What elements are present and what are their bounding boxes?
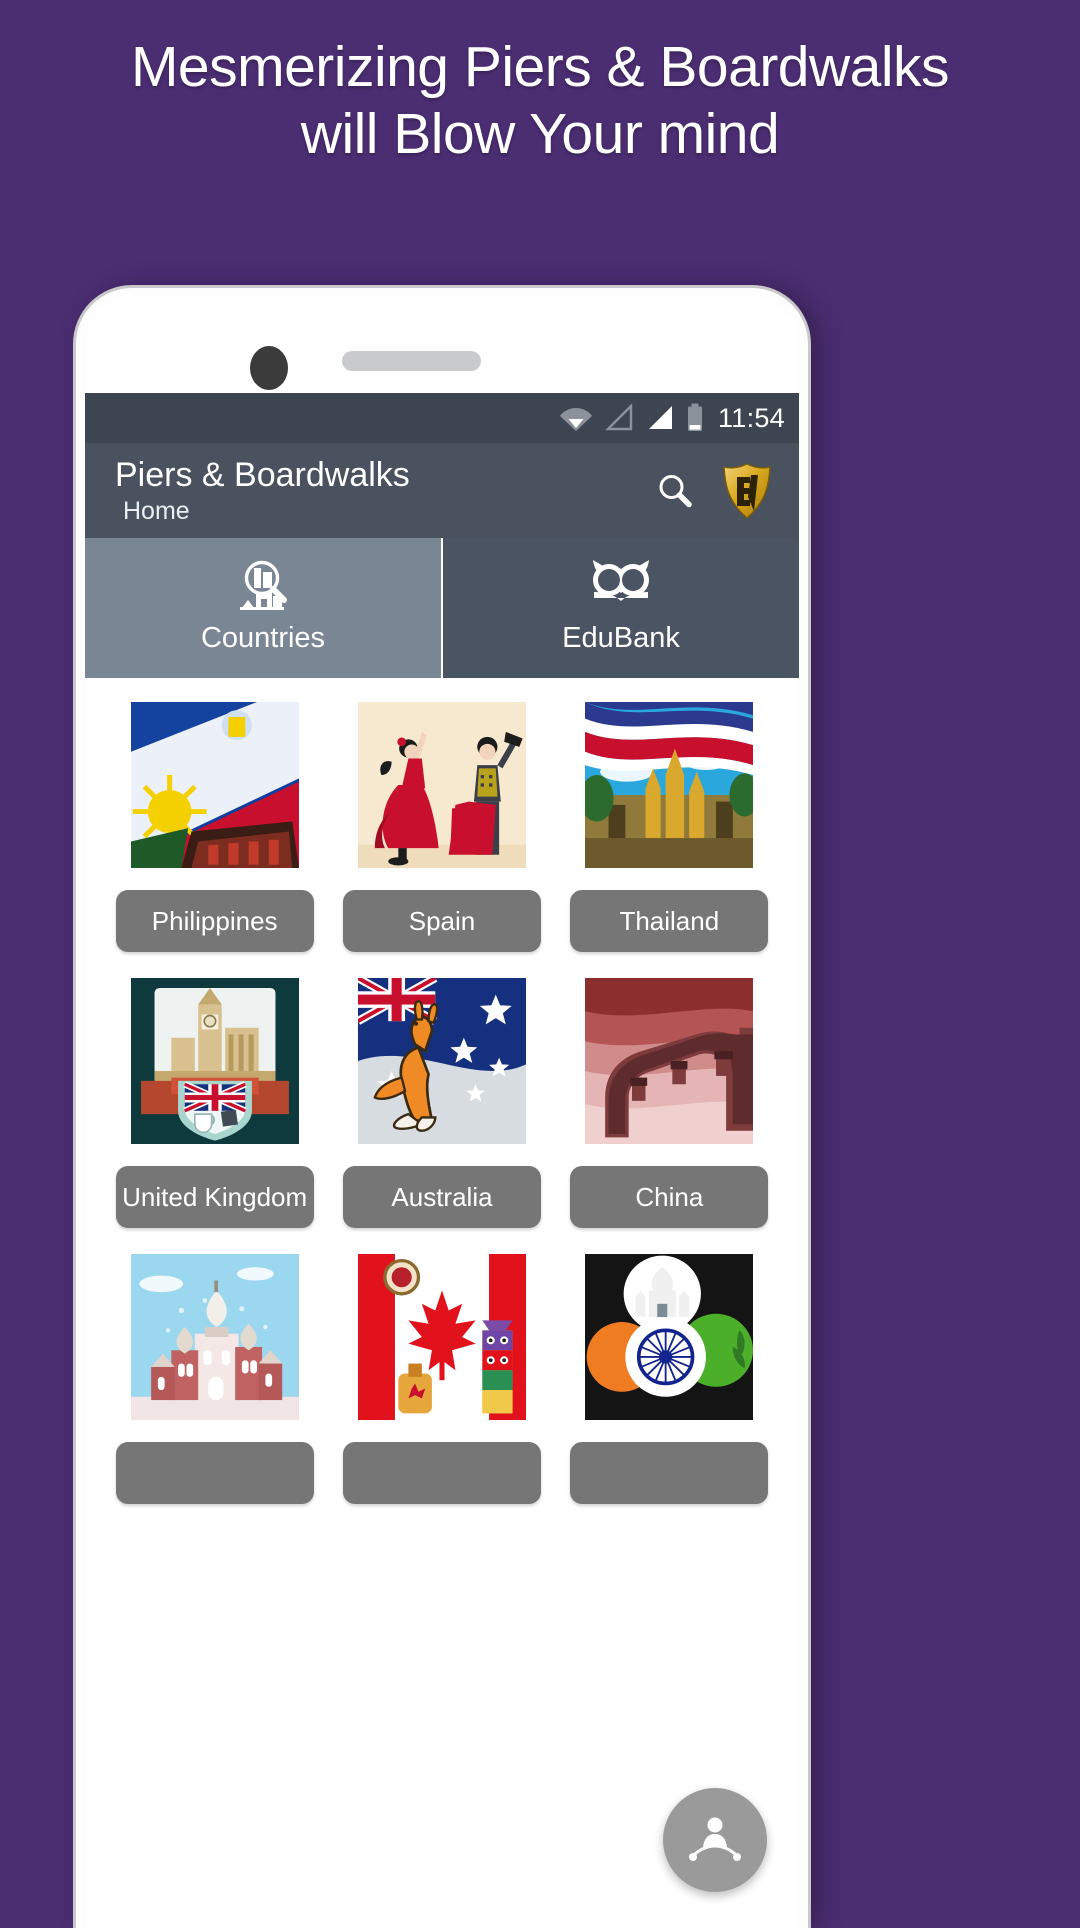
- list-item[interactable]: [328, 1254, 555, 1504]
- ev-shield-logo[interactable]: [721, 462, 773, 519]
- tab-countries[interactable]: Countries: [85, 538, 441, 678]
- country-grid: Philippines Spain Thailand United Kingdo…: [85, 678, 799, 1530]
- search-icon[interactable]: [655, 471, 695, 511]
- list-item[interactable]: Philippines: [101, 702, 328, 952]
- person-share-icon: [689, 1817, 741, 1861]
- magnifier-building-icon: [232, 556, 294, 618]
- country-label-india[interactable]: [570, 1442, 769, 1504]
- list-item[interactable]: Thailand: [556, 702, 783, 952]
- app-bar: Piers & Boardwalks Home: [85, 443, 799, 538]
- uk-bigben-thumbnail[interactable]: [130, 978, 299, 1144]
- status-bar-time: 11:54: [717, 402, 785, 433]
- earpiece-speaker: [342, 351, 481, 371]
- country-label-russia[interactable]: [115, 1442, 314, 1504]
- country-label-thailand[interactable]: Thailand: [570, 890, 769, 952]
- china-greatwall-thumbnail[interactable]: [585, 978, 754, 1144]
- list-item[interactable]: China: [556, 978, 783, 1228]
- owl-icon: [588, 556, 654, 618]
- list-item[interactable]: [101, 1254, 328, 1504]
- country-label-philippines[interactable]: Philippines: [115, 890, 314, 952]
- status-bar: 11:54: [85, 393, 799, 443]
- philippines-flag-thumbnail[interactable]: [130, 702, 299, 868]
- spain-flamenco-thumbnail[interactable]: [357, 702, 526, 868]
- app-bar-actions: [655, 462, 779, 519]
- country-label-united-kingdom[interactable]: United Kingdom: [115, 1166, 314, 1228]
- tab-bar: Countries EduBank: [85, 538, 799, 678]
- list-item[interactable]: Australia: [328, 978, 555, 1228]
- list-item[interactable]: United Kingdom: [101, 978, 328, 1228]
- country-label-australia[interactable]: Australia: [342, 1166, 541, 1228]
- device-screen: 11:54 Piers & Boardwalks Home Countries …: [85, 393, 799, 1928]
- wifi-icon: [559, 408, 592, 431]
- australia-kangaroo-thumbnail[interactable]: [357, 978, 526, 1144]
- india-flag-thumbnail[interactable]: [585, 1254, 754, 1420]
- front-camera: [250, 346, 288, 390]
- list-item[interactable]: [556, 1254, 783, 1504]
- tab-edubank[interactable]: EduBank: [441, 538, 799, 678]
- canada-flag-thumbnail[interactable]: [357, 1254, 526, 1420]
- phone-bezel: 11:54 Piers & Boardwalks Home Countries …: [85, 297, 799, 1928]
- country-label-canada[interactable]: [342, 1442, 541, 1504]
- battery-icon: [687, 403, 702, 431]
- tab-edubank-label: EduBank: [562, 621, 680, 654]
- phone-mockup: 11:54 Piers & Boardwalks Home Countries …: [76, 288, 808, 1928]
- signal-empty-icon: [605, 404, 633, 431]
- list-item[interactable]: Spain: [328, 702, 555, 952]
- share-fab[interactable]: [663, 1788, 767, 1892]
- signal-full-icon: [648, 406, 672, 429]
- app-subtitle: Home: [123, 496, 190, 525]
- tab-countries-label: Countries: [200, 621, 326, 654]
- country-label-spain[interactable]: Spain: [342, 890, 541, 952]
- russia-cathedral-thumbnail[interactable]: [130, 1254, 299, 1420]
- app-bar-titles: Piers & Boardwalks Home: [115, 455, 655, 527]
- app-title: Piers & Boardwalks: [115, 455, 410, 494]
- country-label-china[interactable]: China: [570, 1166, 769, 1228]
- promo-headline: Mesmerizing Piers & Boardwalks will Blow…: [130, 35, 950, 166]
- thailand-temple-thumbnail[interactable]: [585, 702, 754, 868]
